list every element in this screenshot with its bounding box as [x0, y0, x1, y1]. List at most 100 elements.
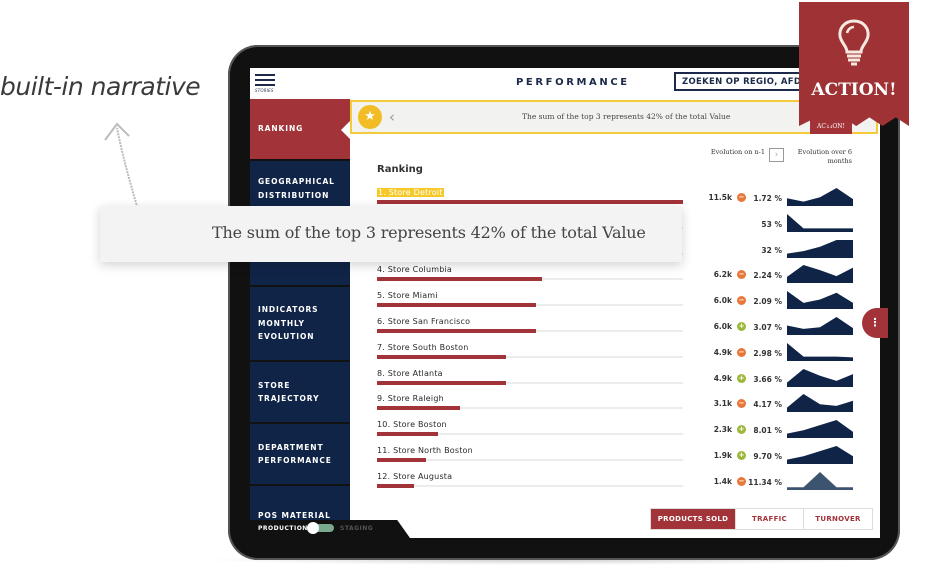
trend-up-icon: +: [737, 373, 746, 383]
ranking-row[interactable]: 4. Store Columbia 6.2k −2.24 %: [377, 265, 857, 291]
evolution-percent: 2.98 %: [753, 348, 782, 358]
trend-down-icon: −: [737, 270, 746, 280]
value-bar: [377, 303, 537, 308]
evolution-percent: 9.70 %: [753, 452, 782, 461]
sparkline-area: [787, 471, 853, 490]
env-toggle-knob[interactable]: [307, 522, 319, 534]
store-value: 4.9k: [713, 347, 732, 357]
store-value: 6.2k: [713, 270, 732, 280]
ranking-row[interactable]: 7. Store South Boston 4.9k −2.98 %: [377, 342, 857, 369]
ranking-row[interactable]: 11. Store North Boston 1.9k +9.70 %: [377, 446, 857, 472]
store-name: 12. Store Augusta: [377, 471, 453, 481]
evolution-percent: 53 %: [761, 219, 782, 229]
next-page-button[interactable]: ›: [769, 148, 784, 162]
store-value: 1.4k: [713, 476, 732, 486]
ranking-row[interactable]: 10. Store Boston 2.3k +8.01 %: [377, 420, 857, 446]
sparkline-area: [787, 420, 853, 439]
menu-label: STORIES: [255, 88, 274, 93]
store-name: 6. Store San Francisco: [377, 317, 471, 326]
app-screen: STORIES PERFORMANCE ZOEKEN OP REGIO, AFD…: [250, 68, 880, 538]
action-ribbon: ACTION!: [799, 2, 909, 126]
ranking-row[interactable]: 6. Store San Francisco 6.0k +3.07 %: [377, 317, 857, 343]
store-name: 7. Store South Boston: [377, 342, 469, 352]
narrative-bar: ★ ‹ The sum of the top 3 represents 42% …: [350, 100, 878, 134]
ranking-row[interactable]: 12. Store Augusta 1.4k −11.34 %: [377, 471, 857, 498]
sparkline-area: [787, 446, 853, 464]
lightbulb-icon[interactable]: ★: [358, 105, 382, 129]
environment-switch: PRODUCTION STAGING: [250, 520, 410, 538]
value-bar: [377, 354, 506, 359]
sparkline-area: [787, 213, 853, 232]
sparkline: [787, 420, 853, 439]
trend-up-icon: +: [737, 425, 746, 435]
value-bar: [377, 200, 683, 204]
ranking-row[interactable]: 8. Store Atlanta 4.9k +3.66 %: [377, 368, 857, 395]
metric-tabs: PRODUCTS SOLD TRAFFIC TURNOVER: [650, 508, 873, 530]
evolution-percent: 3.66 %: [753, 374, 782, 384]
action-ribbon-label: ACTION!: [811, 80, 897, 100]
sparkline: [787, 446, 853, 464]
sparkline-area: [787, 265, 853, 284]
chevron-right-icon: ›: [774, 150, 779, 160]
value-bar: [377, 458, 426, 462]
sparkline: [787, 317, 853, 335]
more-vertical-icon: ⋮: [869, 316, 881, 329]
ranking-row[interactable]: 5. Store Miami 6.0k −2.09 %: [377, 291, 857, 317]
store-name: 10. Store Boston: [377, 420, 447, 430]
value-bar: [377, 432, 439, 437]
sidebar-item-indicators-monthly-evolution[interactable]: INDICATORS MONTHLY EVOLUTION: [250, 287, 350, 360]
evolution-percent: 32 %: [761, 245, 782, 255]
sparkline-area: [787, 239, 853, 258]
sidebar-item-ranking[interactable]: RANKING: [250, 99, 350, 159]
sparkline: [787, 265, 853, 284]
trend-down-icon: −: [737, 476, 746, 486]
chevron-left-icon[interactable]: ‹: [389, 108, 395, 126]
sparkline: [787, 394, 853, 413]
trend-down-icon: −: [737, 347, 746, 357]
store-value: 6.0k: [713, 322, 732, 331]
more-options-button[interactable]: ⋮: [862, 308, 888, 338]
sidebar-item-store-trajectory[interactable]: STORE TRAJECTORY: [250, 362, 350, 422]
sidebar-item-department-performance[interactable]: DEPARTMENT PERFORMANCE: [250, 424, 350, 484]
sparkline-area: [787, 188, 853, 206]
tab-products-sold[interactable]: PRODUCTS SOLD: [651, 509, 736, 529]
sparkline: [787, 291, 853, 310]
store-name: 4. Store Columbia: [377, 265, 453, 275]
value-bar: [377, 406, 460, 411]
sparkline-area: [787, 291, 853, 310]
evolution-percent: 11.34 %: [748, 477, 782, 487]
value-bar: [377, 277, 543, 282]
sparkline-area: [787, 394, 853, 413]
trend-down-icon: −: [737, 193, 746, 202]
store-value: 2.3k: [713, 425, 732, 435]
trend-up-icon: +: [737, 451, 746, 460]
evolution-percent: 1.72 %: [753, 194, 782, 203]
env-staging-label: STAGING: [340, 525, 374, 532]
top-bar: STORIES PERFORMANCE ZOEKEN OP REGIO, AFD…: [250, 68, 880, 99]
column-header-trend: Evolution over 6 months: [797, 148, 852, 165]
ranking-title: Ranking: [377, 164, 423, 175]
store-value: 11.5k: [708, 193, 733, 202]
ranking-row[interactable]: 9. Store Raleigh 3.1k −4.17 %: [377, 394, 857, 420]
evolution-percent: 8.01 %: [753, 426, 782, 436]
tab-traffic[interactable]: TRAFFIC: [736, 509, 804, 529]
store-value: 1.9k: [713, 451, 732, 460]
value-bar: [377, 329, 537, 333]
evolution-percent: 3.07 %: [753, 323, 782, 332]
trend-up-icon: +: [737, 322, 746, 331]
sparkline-area: [787, 317, 853, 335]
tab-turnover[interactable]: TURNOVER: [804, 509, 872, 529]
sidebar: RANKING GEOGRAPHICAL DISTRIBUTION TARGET…: [250, 99, 350, 538]
store-name: 11. Store North Boston: [377, 446, 473, 455]
lightbulb-icon: [838, 19, 870, 66]
store-name: 8. Store Atlanta: [377, 368, 443, 378]
trend-down-icon: −: [737, 296, 746, 306]
sparkline-area: [787, 342, 853, 361]
sparkline: [787, 213, 853, 232]
evolution-percent: 2.09 %: [753, 297, 782, 307]
sparkline: [787, 239, 853, 258]
evolution-percent: 2.24 %: [753, 271, 782, 281]
sparkline: [787, 342, 853, 361]
store-value: 3.1k: [713, 399, 732, 409]
menu-button[interactable]: STORIES: [255, 74, 275, 93]
